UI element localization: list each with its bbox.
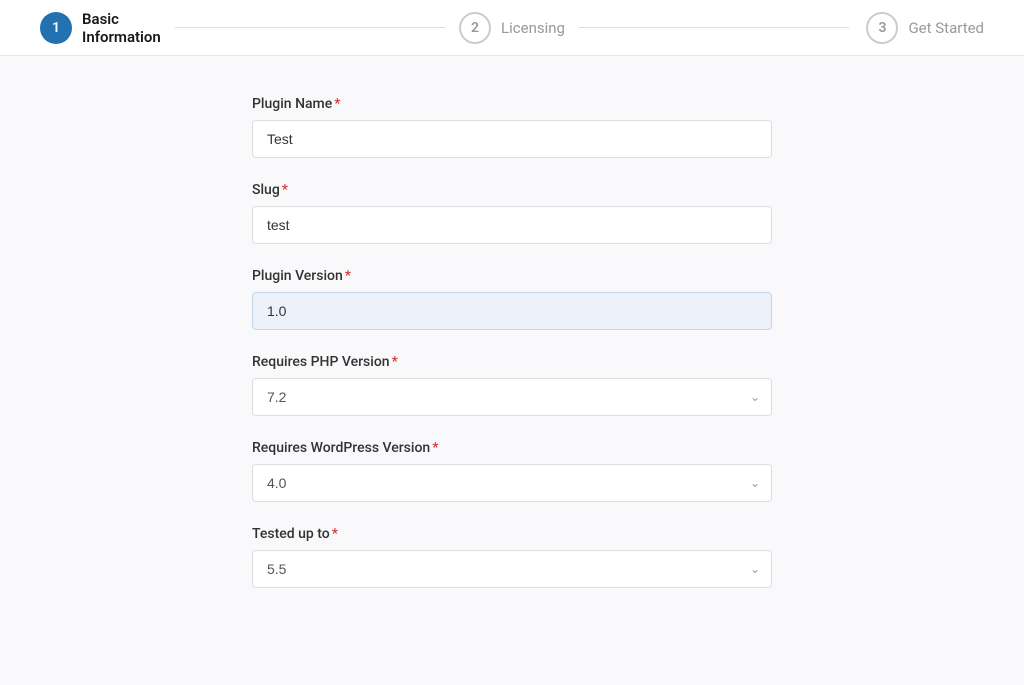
requires-php-select-wrapper: 7.0 7.1 7.2 7.3 7.4 8.0 8.1 ⌄: [252, 378, 772, 416]
plugin-version-input[interactable]: [252, 292, 772, 330]
plugin-version-required: *: [345, 268, 351, 284]
form-container: Plugin Name* Slug* Plugin Version* Requi…: [252, 96, 772, 612]
step-1[interactable]: 1 Basic Information: [40, 10, 175, 46]
step-2-label: Licensing: [501, 19, 565, 37]
step-3-label: Get Started: [908, 19, 984, 37]
step-2[interactable]: 2 Licensing: [445, 12, 580, 44]
step-1-label: Basic Information: [82, 10, 175, 46]
tested-up-to-required: *: [332, 526, 338, 542]
slug-input[interactable]: [252, 206, 772, 244]
step-3-number: 3: [866, 12, 898, 44]
tested-up-to-select-wrapper: 5.0 5.1 5.2 5.3 5.4 5.5 5.6 5.7 5.8 6.0 …: [252, 550, 772, 588]
requires-wp-group: Requires WordPress Version* 3.8 3.9 4.0 …: [252, 440, 772, 502]
step-3[interactable]: 3 Get Started: [849, 12, 984, 44]
step-connector-2: [579, 27, 849, 28]
plugin-name-label: Plugin Name*: [252, 96, 772, 112]
tested-up-to-label: Tested up to*: [252, 526, 772, 542]
plugin-version-label: Plugin Version*: [252, 268, 772, 284]
step-connector-1: [175, 27, 445, 28]
plugin-name-input[interactable]: [252, 120, 772, 158]
plugin-version-group: Plugin Version*: [252, 268, 772, 330]
requires-php-required: *: [392, 354, 398, 370]
plugin-name-required: *: [334, 96, 340, 112]
requires-php-select[interactable]: 7.0 7.1 7.2 7.3 7.4 8.0 8.1: [252, 378, 772, 416]
requires-php-label: Requires PHP Version*: [252, 354, 772, 370]
step-1-number: 1: [40, 12, 72, 44]
slug-group: Slug*: [252, 182, 772, 244]
requires-wp-label: Requires WordPress Version*: [252, 440, 772, 456]
slug-required: *: [282, 182, 288, 198]
tested-up-to-group: Tested up to* 5.0 5.1 5.2 5.3 5.4 5.5 5.…: [252, 526, 772, 588]
stepper-header: 1 Basic Information 2 Licensing 3 Get St…: [0, 0, 1024, 56]
requires-wp-select[interactable]: 3.8 3.9 4.0 4.5 5.0 5.5 5.8 6.0: [252, 464, 772, 502]
main-content: Plugin Name* Slug* Plugin Version* Requi…: [0, 56, 1024, 652]
tested-up-to-select[interactable]: 5.0 5.1 5.2 5.3 5.4 5.5 5.6 5.7 5.8 6.0: [252, 550, 772, 588]
slug-label: Slug*: [252, 182, 772, 198]
requires-wp-select-wrapper: 3.8 3.9 4.0 4.5 5.0 5.5 5.8 6.0 ⌄: [252, 464, 772, 502]
plugin-name-group: Plugin Name*: [252, 96, 772, 158]
requires-wp-required: *: [432, 440, 438, 456]
step-2-number: 2: [459, 12, 491, 44]
requires-php-group: Requires PHP Version* 7.0 7.1 7.2 7.3 7.…: [252, 354, 772, 416]
